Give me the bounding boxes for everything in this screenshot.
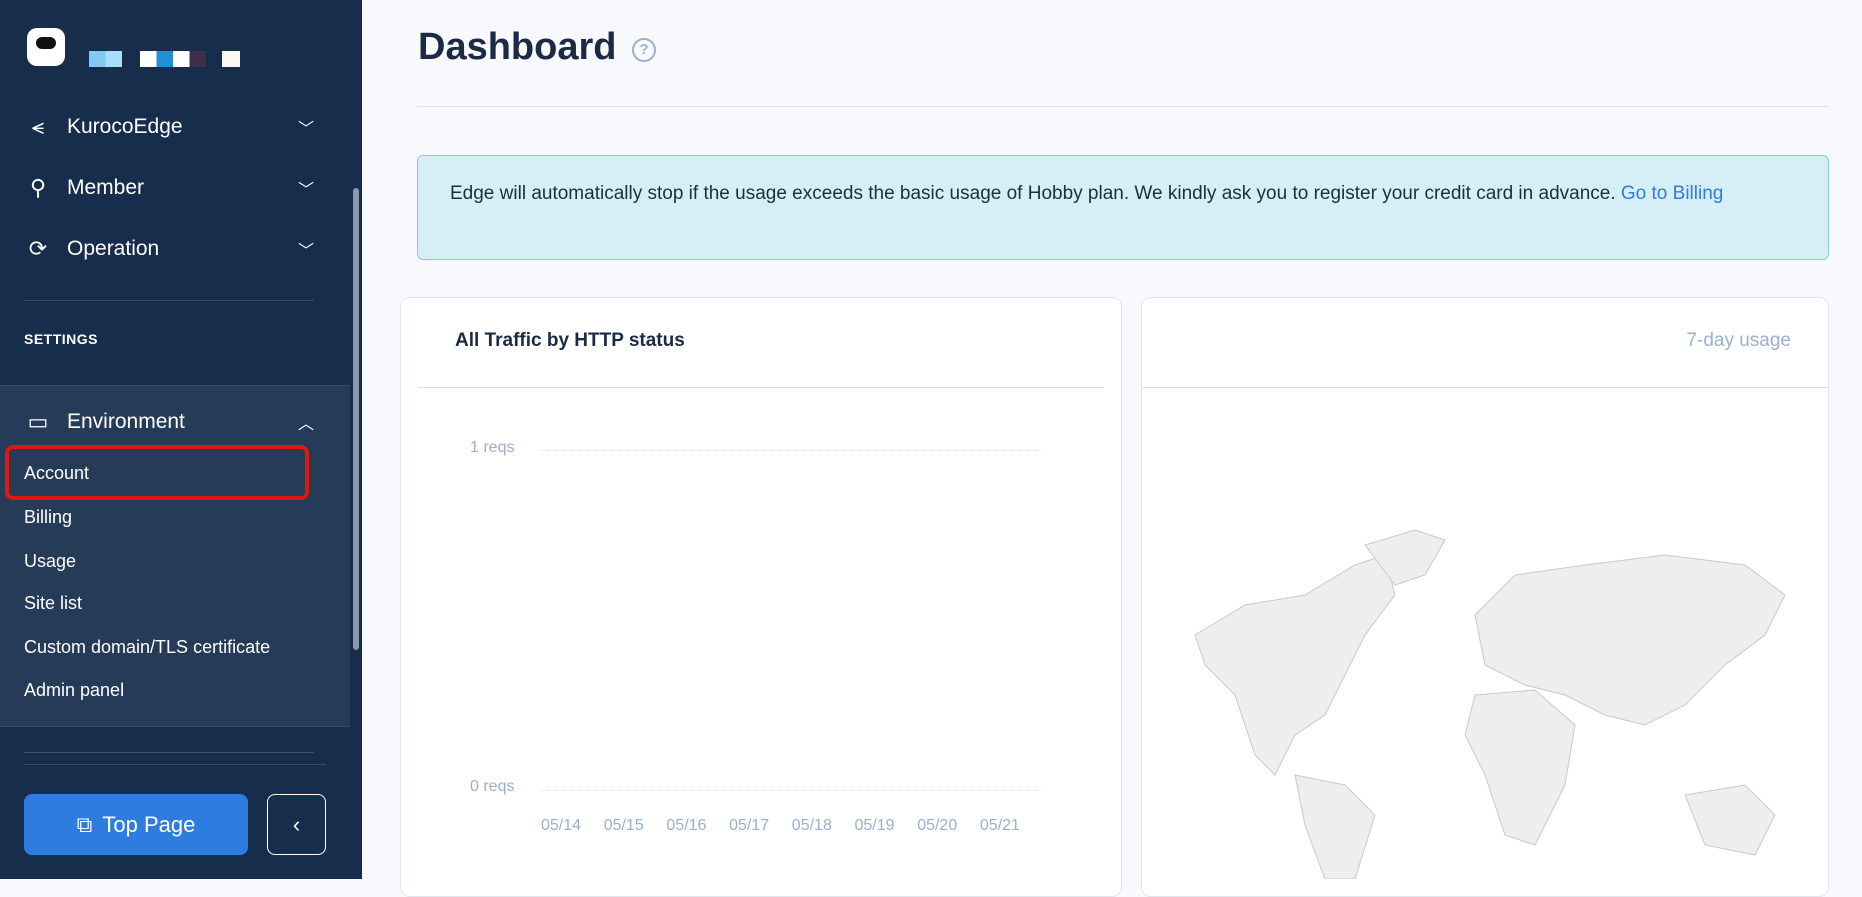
divider <box>417 106 1829 107</box>
x-tick-label: 05/14 <box>541 817 582 834</box>
sidebar-item-site-list[interactable]: Site list <box>24 593 82 614</box>
chevron-up-icon: ︿ <box>297 416 314 433</box>
go-to-billing-link[interactable]: Go to Billing <box>1621 183 1723 204</box>
divider <box>24 764 326 765</box>
external-link-icon: ⧉ <box>76 811 93 837</box>
settings-heading: SETTINGS <box>24 331 99 347</box>
y-tick-label: 1 reqs <box>470 439 515 456</box>
sidebar-item-usage[interactable]: Usage <box>24 551 76 572</box>
map-card-title: 7-day usage <box>1686 330 1791 351</box>
redacted-name <box>140 51 206 67</box>
alert-text: Edge will automatically stop if the usag… <box>450 183 1616 204</box>
nav-label: Operation <box>67 237 160 260</box>
nav-label: Environment <box>67 410 185 433</box>
chevron-down-icon: ﹀ <box>297 182 314 199</box>
chevron-left-icon: ‹ <box>292 811 301 837</box>
x-tick-label: 05/18 <box>791 817 832 834</box>
nav-member[interactable]: ⚲ Member ﹀ <box>24 175 314 201</box>
help-icon[interactable]: ? <box>632 38 656 62</box>
collapse-sidebar-button[interactable]: ‹ <box>267 794 326 855</box>
y-tick-label: 0 reqs <box>470 778 515 795</box>
sync-icon: ⟳ <box>28 236 48 261</box>
x-tick-label: 05/20 <box>917 817 958 834</box>
redacted-name <box>222 51 240 67</box>
page-title: Dashboard <box>418 26 617 68</box>
top-page-label: Top Page <box>102 811 196 837</box>
x-tick-label: 05/21 <box>979 817 1020 834</box>
top-page-button[interactable]: ⧉ Top Page <box>24 794 248 855</box>
divider <box>24 300 314 301</box>
x-tick-label: 05/16 <box>666 817 707 834</box>
world-map <box>1194 529 1786 879</box>
chart-title: All Traffic by HTTP status <box>455 330 685 351</box>
ninja-logo[interactable] <box>27 28 65 66</box>
drive-icon: ▭ <box>27 409 49 434</box>
share-icon: ⪪ <box>31 114 45 139</box>
user-icon: ⚲ <box>29 175 47 200</box>
sidebar: ⪪ KurocoEdge ﹀ ⚲ Member ﹀ ⟳ Operation ﹀ SETTIN… <box>0 0 362 879</box>
nav-label: Member <box>67 176 145 199</box>
x-tick-label: 05/15 <box>603 817 644 834</box>
sidebar-item-admin-panel[interactable]: Admin panel <box>24 680 124 701</box>
divider <box>418 387 1104 388</box>
gridline <box>540 790 1042 791</box>
x-tick-label: 05/19 <box>854 817 895 834</box>
sidebar-item-billing[interactable]: Billing <box>24 507 72 528</box>
nav-kurocoedge[interactable]: ⪪ KurocoEdge ﹀ <box>24 114 314 140</box>
usage-alert: Edge will automatically stop if the usag… <box>417 155 1829 260</box>
nav-environment[interactable]: ▭ Environment ︿ <box>24 409 314 435</box>
gridline <box>540 450 1042 451</box>
x-tick-label: 05/17 <box>729 817 770 834</box>
divider <box>24 752 314 753</box>
chevron-down-icon: ﹀ <box>297 243 314 260</box>
nav-operation[interactable]: ⟳ Operation ﹀ <box>24 236 314 262</box>
highlight-box <box>5 445 309 500</box>
sidebar-item-custom-domain[interactable]: Custom domain/TLS certificate <box>24 637 270 658</box>
redacted-name <box>89 51 122 67</box>
map-australia <box>1684 784 1776 856</box>
sidebar-scrollbar[interactable] <box>353 188 359 650</box>
divider <box>1142 387 1828 388</box>
map-south-america <box>1294 774 1376 879</box>
map-north-america <box>1194 554 1396 776</box>
chevron-down-icon: ﹀ <box>297 121 314 138</box>
nav-label: KurocoEdge <box>67 115 183 138</box>
map-africa <box>1464 689 1576 846</box>
